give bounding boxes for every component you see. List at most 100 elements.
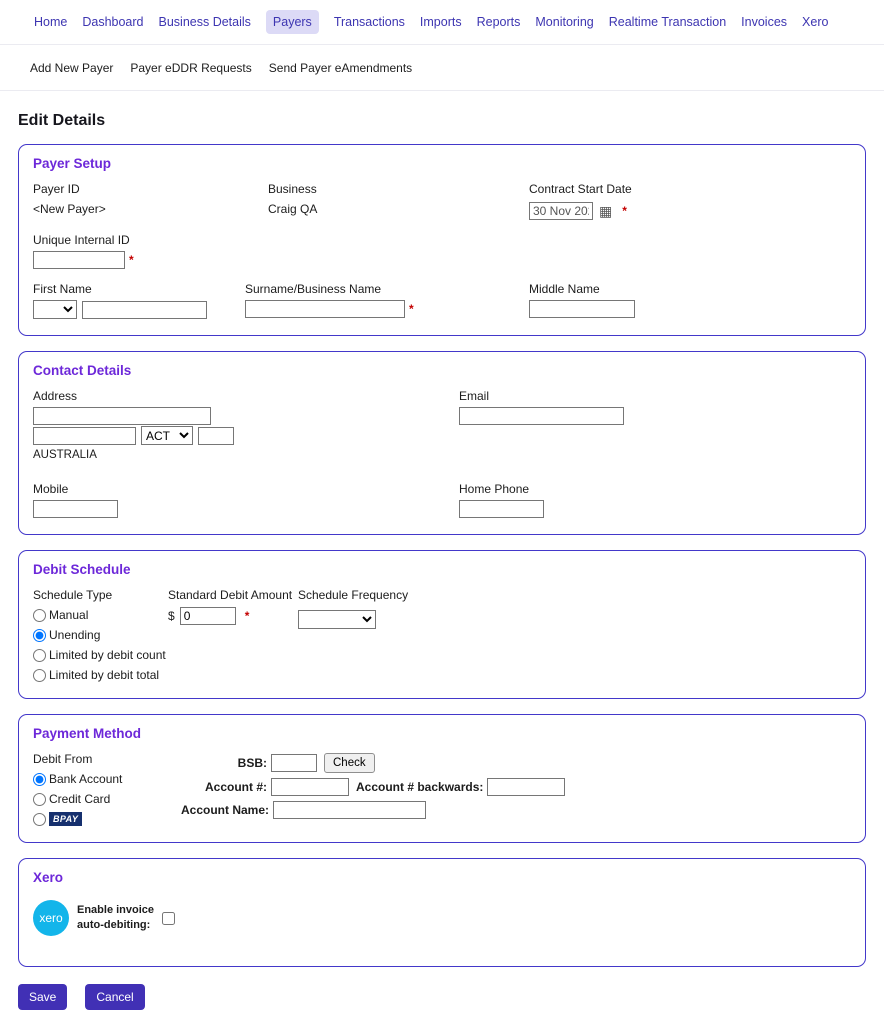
bank-account-form: BSB: Check Account #: Account # backward… [181, 752, 851, 826]
contact-details-section: Contact Details Address ACT AUSTRALIA Mo… [18, 351, 866, 535]
unique-internal-id-label: Unique Internal ID [33, 233, 851, 247]
contract-start-date-field: Contract Start Date ▦ * [529, 182, 851, 220]
postcode-input[interactable] [198, 427, 234, 445]
payer-setup-section: Payer Setup Payer ID <New Payer> Busines… [18, 144, 866, 336]
street-input[interactable] [33, 407, 211, 425]
required-marker: * [409, 302, 414, 316]
first-name-field: First Name [33, 282, 245, 319]
contract-start-date-input[interactable] [529, 202, 593, 220]
address-column: Address ACT AUSTRALIA Mobile [33, 389, 459, 518]
nav-item-invoices[interactable]: Invoices [741, 10, 787, 34]
country-label: AUSTRALIA [33, 449, 459, 461]
schedule-type-unending-option[interactable]: Unending [33, 628, 168, 642]
middle-name-field: Middle Name [529, 282, 851, 319]
business-label: Business [268, 182, 529, 196]
nav-item-transactions[interactable]: Transactions [334, 10, 405, 34]
nav-item-monitoring[interactable]: Monitoring [535, 10, 593, 34]
subnav-item-send-payer-eamendments[interactable]: Send Payer eAmendments [269, 61, 412, 75]
first-name-input[interactable] [82, 301, 207, 319]
save-button[interactable]: Save [18, 984, 67, 1010]
suburb-input[interactable] [33, 427, 136, 445]
schedule-type-limited-count-option[interactable]: Limited by debit count [33, 648, 168, 662]
first-name-label: First Name [33, 282, 245, 296]
bpay-logo-icon: BPAY [49, 812, 82, 826]
required-marker: * [245, 609, 250, 623]
debit-from-bpay-option[interactable]: BPAY [33, 812, 181, 826]
nav-item-reports[interactable]: Reports [477, 10, 521, 34]
account-name-input[interactable] [273, 801, 426, 819]
middle-name-input[interactable] [529, 300, 635, 318]
account-number-label: Account #: [181, 780, 267, 794]
schedule-type-group: Schedule Type Manual Unending Limited by… [33, 588, 168, 682]
account-backwards-input[interactable] [487, 778, 565, 796]
home-phone-input[interactable] [459, 500, 544, 518]
debit-schedule-title: Debit Schedule [33, 562, 851, 577]
schedule-frequency-select[interactable] [298, 610, 376, 629]
calendar-icon[interactable]: ▦ [599, 204, 612, 218]
credit-card-radio[interactable] [33, 793, 46, 806]
standard-debit-amount-field: Standard Debit Amount $ * [168, 588, 298, 682]
middle-name-label: Middle Name [529, 282, 851, 296]
enable-auto-debit-label: Enable invoice auto-debiting: [77, 903, 154, 933]
nav-item-business-details[interactable]: Business Details [159, 10, 251, 34]
schedule-type-limited-total-radio[interactable] [33, 669, 46, 682]
schedule-frequency-field: Schedule Frequency [298, 588, 851, 682]
debit-from-group: Debit From Bank Account Credit Card BPAY [33, 752, 181, 826]
check-bsb-button[interactable]: Check [324, 753, 375, 773]
bank-account-radio[interactable] [33, 773, 46, 786]
cancel-button[interactable]: Cancel [85, 984, 144, 1010]
schedule-type-limited-total-option[interactable]: Limited by debit total [33, 668, 168, 682]
surname-input[interactable] [245, 300, 405, 318]
debit-from-credit-card-option[interactable]: Credit Card [33, 792, 181, 806]
home-phone-label: Home Phone [459, 482, 851, 496]
bpay-radio[interactable] [33, 813, 46, 826]
email-input[interactable] [459, 407, 624, 425]
schedule-type-limited-count-label: Limited by debit count [49, 648, 166, 662]
schedule-type-manual-option[interactable]: Manual [33, 608, 168, 622]
nav-item-realtime-transaction[interactable]: Realtime Transaction [609, 10, 726, 34]
home-phone-field: Home Phone [459, 482, 851, 518]
bsb-input[interactable] [271, 754, 317, 772]
payment-method-section: Payment Method Debit From Bank Account C… [18, 714, 866, 843]
payers-sub-navigation: Add New Payer Payer eDDR Requests Send P… [0, 45, 884, 91]
contract-start-date-label: Contract Start Date [529, 182, 851, 196]
page-title: Edit Details [18, 112, 866, 130]
payer-id-label: Payer ID [33, 182, 268, 196]
standard-debit-amount-input[interactable] [180, 607, 236, 625]
nav-item-payers[interactable]: Payers [266, 10, 319, 34]
xero-section: Xero xero Enable invoice auto-debiting: [18, 858, 866, 967]
schedule-type-manual-radio[interactable] [33, 609, 46, 622]
surname-label: Surname/Business Name [245, 282, 529, 296]
xero-title: Xero [33, 870, 851, 885]
email-label: Email [459, 389, 851, 403]
mobile-label: Mobile [33, 482, 459, 496]
subnav-item-add-new-payer[interactable]: Add New Payer [30, 61, 113, 75]
required-marker: * [622, 204, 627, 218]
surname-field: Surname/Business Name * [245, 282, 529, 319]
subnav-item-payer-eddr-requests[interactable]: Payer eDDR Requests [130, 61, 251, 75]
account-name-label: Account Name: [181, 803, 269, 817]
schedule-type-limited-total-label: Limited by debit total [49, 668, 159, 682]
schedule-type-manual-label: Manual [49, 608, 88, 622]
nav-item-xero[interactable]: Xero [802, 10, 828, 34]
unique-internal-id-input[interactable] [33, 251, 125, 269]
address-label: Address [33, 389, 459, 403]
debit-from-label: Debit From [33, 752, 181, 766]
mobile-input[interactable] [33, 500, 118, 518]
schedule-type-unending-radio[interactable] [33, 629, 46, 642]
nav-item-imports[interactable]: Imports [420, 10, 462, 34]
debit-from-bank-account-option[interactable]: Bank Account [33, 772, 181, 786]
email-column: Email Home Phone [459, 389, 851, 518]
enable-auto-debit-checkbox[interactable] [162, 912, 175, 925]
currency-symbol: $ [168, 609, 175, 623]
title-select[interactable] [33, 300, 77, 319]
payer-setup-title: Payer Setup [33, 156, 851, 171]
payer-id-value: <New Payer> [33, 202, 106, 216]
nav-item-home[interactable]: Home [34, 10, 67, 34]
business-field: Business Craig QA [268, 182, 529, 220]
account-number-input[interactable] [271, 778, 349, 796]
schedule-type-limited-count-radio[interactable] [33, 649, 46, 662]
state-select[interactable]: ACT [141, 426, 193, 445]
nav-item-dashboard[interactable]: Dashboard [82, 10, 143, 34]
edit-details-page: Edit Details Payer Setup Payer ID <New P… [0, 112, 884, 1010]
